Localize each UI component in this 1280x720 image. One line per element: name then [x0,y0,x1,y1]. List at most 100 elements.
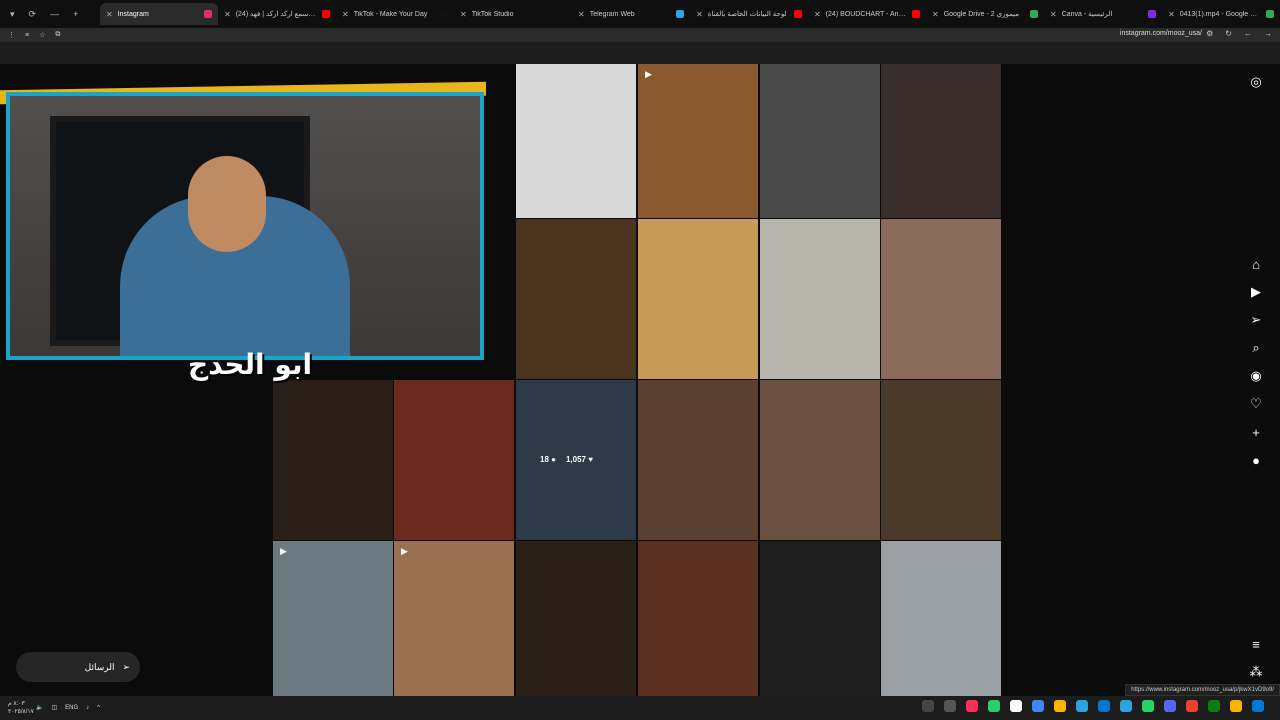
close-tab-icon[interactable]: ✕ [696,10,703,19]
tab-6[interactable]: ✕ (24) BOUDCHART - Ana Baani... [808,3,926,25]
chevron-up-icon[interactable]: ^ [97,705,100,711]
post-thumbnail[interactable] [760,541,880,696]
mic-icon[interactable]: ♪ [86,705,89,711]
window-controls: ▾ ⟳ — + [0,9,100,20]
app-icon[interactable] [988,700,1000,712]
star-icon[interactable]: ☆ [39,31,45,39]
post-thumbnail[interactable] [760,64,880,218]
url-bar[interactable]: instagram.com/mooz_usa/ [1120,30,1202,37]
tab-2[interactable]: ✕ TikTok - Make Your Day [336,3,454,25]
post-thumbnail[interactable] [881,541,1001,696]
refresh-icon[interactable]: ⟳ [29,9,37,20]
tab-title: (24) اسمع اسمع اركد اركد | فهد... [235,11,317,18]
tab-4[interactable]: ✕ Telegram Web [572,3,690,25]
favicon-icon [440,10,448,18]
system-tray: 🔈 ◫ ENG ♪ ^ [36,704,100,712]
post-thumbnail[interactable] [881,64,1001,218]
tab-3[interactable]: ✕ TikTok Studio [454,3,572,25]
post-thumbnail[interactable] [881,380,1001,540]
tab-9[interactable]: ✕ 0413(1).mp4 - Google Drive [1162,3,1280,25]
create-icon[interactable]: + [1244,422,1268,442]
app-icon[interactable] [944,700,956,712]
discord-icon[interactable] [1164,700,1176,712]
tab-5[interactable]: ✕ لوحة البيانات الخاصة بالقناة [690,3,808,25]
network-icon[interactable]: ◫ [51,704,57,711]
minimize-icon[interactable]: — [50,9,59,19]
tab-7[interactable]: ✕ Google Drive - ميموري 2 [926,3,1044,25]
tab-title: 0413(1).mp4 - Google Drive [1179,10,1261,18]
telegram-icon[interactable] [1120,700,1132,712]
chrome-icon[interactable] [1054,700,1066,712]
copy-icon[interactable]: ⧉ [55,31,60,39]
close-tab-icon[interactable]: ✕ [932,10,939,19]
post-thumbnail[interactable] [638,219,758,379]
favicon-icon [558,10,566,18]
post-thumbnail[interactable]: ▶ [638,64,758,218]
app-icon[interactable] [1010,700,1022,712]
close-tab-icon[interactable]: ✕ [1168,10,1175,19]
send-icon[interactable]: ➢ [1244,310,1268,330]
threads-icon[interactable]: ⁂ [1244,662,1268,682]
app-icon[interactable] [922,700,934,712]
reels-icon[interactable]: ▶ [1244,282,1268,302]
tabs-list: ✕ Instagram ✕ (24) اسمع اسمع اركد اركد | فه… [100,3,1280,25]
close-tab-icon[interactable]: ✕ [342,10,349,19]
whatsapp-icon[interactable] [1142,700,1154,712]
like-count: 1,057 [565,455,587,464]
new-tab-icon[interactable]: + [73,9,78,19]
volume-icon[interactable]: 🔈 [36,704,43,711]
explore-icon[interactable]: ◉ [1244,366,1268,386]
post-thumbnail[interactable]: ▶ [394,541,514,696]
favicon-icon [1148,10,1156,18]
close-tab-icon[interactable]: ✕ [814,10,821,19]
post-thumbnail[interactable] [638,380,758,540]
language-indicator[interactable]: ENG [65,705,78,711]
post-thumbnail[interactable] [881,219,1001,379]
search-icon[interactable]: ⌕ [1244,338,1268,358]
forward-icon[interactable]: → [1264,29,1272,38]
tab-8[interactable]: ✕ Canva - الرئيسية [1044,3,1162,25]
menu-icon[interactable]: ▾ [10,9,15,20]
close-tab-icon[interactable]: ✕ [224,10,231,19]
video-icon: ▶ [280,546,287,556]
more-icon[interactable]: ⋮ [8,31,15,39]
telegram-icon[interactable] [1076,700,1088,712]
tab-strip: ▾ ⟳ — + ✕ Instagram ✕ (24) اسمع اسمع اركد ا… [0,0,1280,28]
post-thumbnail[interactable] [273,380,393,540]
xbox-icon[interactable] [1208,700,1220,712]
post-thumbnail[interactable] [760,219,880,379]
home-icon[interactable]: ⌂ [1244,254,1268,274]
back-icon[interactable]: ← [1244,29,1252,38]
messages-button[interactable]: الرسائل ➢ [16,652,140,682]
file-explorer-icon[interactable] [1230,700,1242,712]
heart-icon[interactable]: ♡ [1244,394,1268,414]
profile-avatar-icon[interactable]: ● [1244,450,1268,470]
post-thumbnail[interactable] [638,541,758,696]
chrome-icon[interactable] [1186,700,1198,712]
post-thumbnail[interactable] [394,380,514,540]
reload-icon[interactable]: ↻ [1225,29,1232,38]
post-thumbnail[interactable] [516,219,636,379]
instagram-page: ▶ ▶ ▶ 18 ● 1,057 ♥ ابو الحدج ◎ ⌂ ▶ ➢ ⌕ ◉ ♡… [0,64,1280,696]
comment-icon: ● [551,455,556,464]
close-tab-icon[interactable]: ✕ [1050,10,1057,19]
instagram-icon[interactable]: ◎ [1244,72,1268,92]
post-thumbnail[interactable] [516,64,636,218]
close-tab-icon[interactable]: ✕ [106,10,113,19]
post-thumbnail[interactable] [516,541,636,696]
app-icon[interactable] [1098,700,1110,712]
sliders-icon[interactable]: ≡ [25,32,29,39]
start-icon[interactable] [1252,700,1264,712]
close-tab-icon[interactable]: ✕ [460,10,467,19]
tab-0[interactable]: ✕ Instagram [100,3,218,25]
post-thumbnail[interactable]: ▶ [273,541,393,696]
menu-icon[interactable]: ≡ [1244,634,1268,654]
tab-1[interactable]: ✕ (24) اسمع اسمع اركد اركد | فهد... [218,3,336,25]
instagram-nav: ◎ ⌂ ▶ ➢ ⌕ ◉ ♡ + ● ≡ ⁂ [1244,64,1268,696]
chrome-icon[interactable] [1032,700,1044,712]
close-tab-icon[interactable]: ✕ [578,10,585,19]
settings-icon[interactable]: ⚙ [1206,29,1213,38]
tiktok-icon[interactable] [966,700,978,712]
clock[interactable]: ٨:٠٣ م ٢٠٢٥/٨/١٧ [8,700,34,716]
post-thumbnail[interactable] [760,380,880,540]
